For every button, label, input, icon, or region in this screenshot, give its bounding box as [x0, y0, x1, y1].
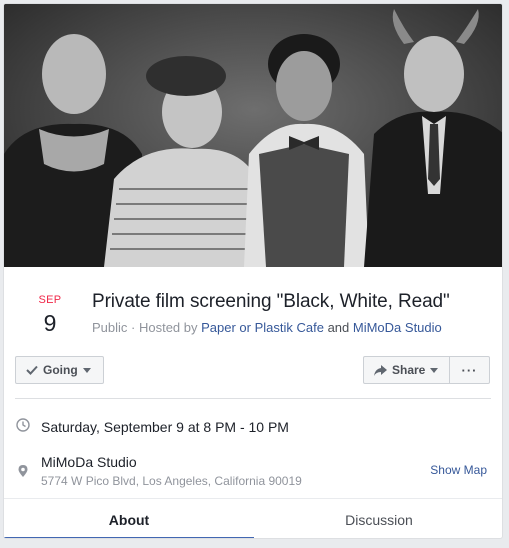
chevron-down-icon: [82, 367, 91, 373]
event-title[interactable]: Private film screening "Black, White, Re…: [92, 291, 492, 313]
share-arrow-icon: [374, 364, 387, 376]
event-time-row: Saturday, September 9 at 8 PM - 10 PM: [4, 410, 502, 440]
share-button[interactable]: Share: [363, 356, 450, 384]
host-link-mimoda[interactable]: MiMoDa Studio: [353, 320, 442, 335]
clock-icon: [16, 418, 30, 432]
tab-discussion[interactable]: Discussion: [254, 499, 502, 538]
share-label: Share: [392, 363, 426, 377]
more-options-button[interactable]: ···: [449, 356, 490, 384]
event-privacy: Public: [92, 320, 128, 335]
hosted-by-prefix: · Hosted by: [127, 320, 202, 335]
going-label: Going: [43, 363, 78, 377]
cover-photo-illustration: [4, 4, 502, 267]
venue-name[interactable]: MiMoDa Studio: [41, 454, 137, 470]
more-dots-icon: ···: [461, 362, 478, 378]
host-link-paper-or-plastik[interactable]: Paper or Plastik Cafe: [201, 320, 324, 335]
section-divider: [15, 398, 491, 399]
event-date-month: SEP: [38, 294, 62, 306]
venue-address: 5774 W Pico Blvd, Los Angeles, Californi…: [41, 474, 302, 488]
event-date-day: 9: [43, 310, 57, 336]
event-time-text: Saturday, September 9 at 8 PM - 10 PM: [41, 419, 289, 435]
event-cover-photo[interactable]: [4, 4, 502, 267]
map-pin-icon: [16, 464, 30, 478]
chevron-down-icon: [430, 367, 439, 373]
event-host-line: Public · Hosted by Paper or Plastik Cafe…: [92, 320, 442, 335]
checkmark-icon: [26, 365, 38, 375]
host-joiner: and: [323, 320, 353, 335]
event-card: SEP 9 Private film screening "Black, Whi…: [3, 3, 503, 539]
show-map-link[interactable]: Show Map: [430, 463, 487, 477]
tab-about[interactable]: About: [4, 499, 254, 538]
event-location-row: MiMoDa Studio 5774 W Pico Blvd, Los Ange…: [4, 450, 502, 496]
going-button[interactable]: Going: [15, 356, 104, 384]
event-tabs: About Discussion: [4, 498, 502, 538]
